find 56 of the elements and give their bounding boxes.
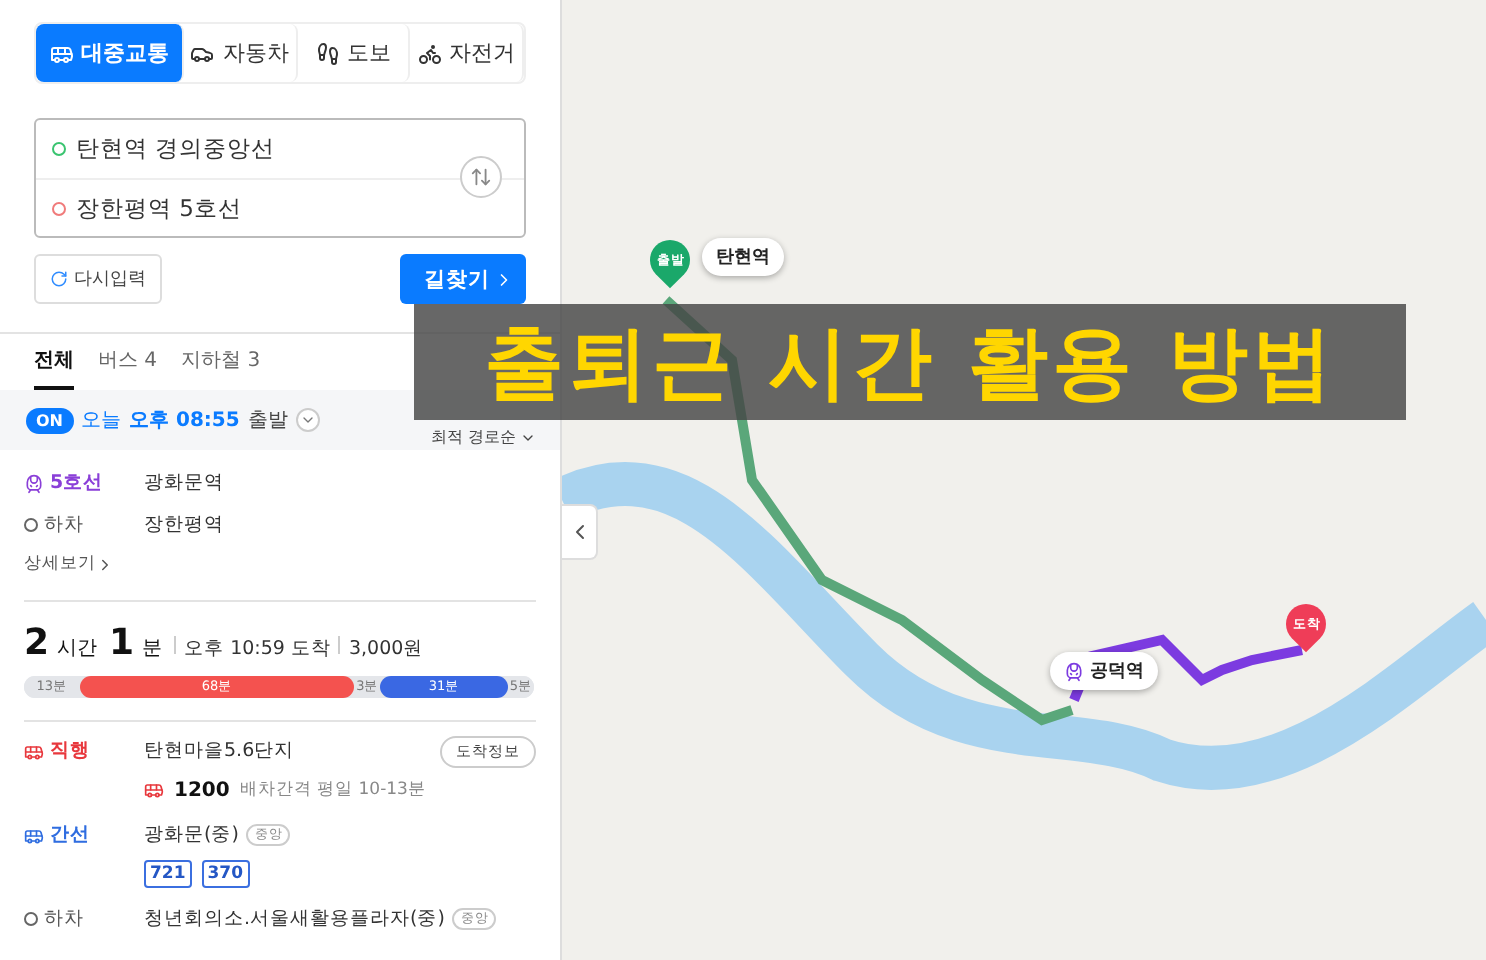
subway-icon: [24, 473, 44, 493]
chevron-icon: [96, 555, 114, 573]
bus-icon: [49, 41, 73, 65]
chevron-icon: [520, 430, 536, 446]
departure-day: 오늘: [81, 406, 121, 434]
stop-dot-icon: [24, 912, 38, 926]
fare: 3,000원: [348, 636, 424, 662]
time-dropdown-button[interactable]: [295, 408, 320, 432]
bus-number-tag[interactable]: 370: [201, 860, 249, 888]
bus-number: 1200: [174, 779, 230, 801]
departure-label: 출발: [247, 408, 288, 434]
bus-interval: 배차간격 평일 10-13분: [239, 778, 426, 802]
details-link[interactable]: 상세보기: [24, 552, 114, 576]
destination-dot-icon: [52, 201, 66, 215]
mode-tab[interactable]: 대중교통: [36, 24, 184, 82]
minutes-unit: 분: [142, 636, 163, 662]
filter-tab[interactable]: 버스 4: [98, 334, 158, 390]
reset-button[interactable]: 다시입력: [34, 254, 162, 304]
line-label: 하차: [24, 512, 144, 538]
line-label: 간선: [24, 822, 144, 848]
swap-icon: [470, 166, 492, 188]
stop-name: 탄현마을5.6단지: [144, 738, 295, 764]
bus-number-tag[interactable]: 721: [144, 860, 192, 888]
refresh-icon: [50, 270, 68, 288]
duration-hours: 2: [24, 622, 50, 664]
transfer-station-label[interactable]: 공덕역: [1050, 652, 1158, 690]
duration-minutes: 1: [109, 622, 135, 664]
line-label: 하차: [24, 906, 144, 932]
line-label: 직행: [24, 738, 144, 764]
stop-name: 광화문(중): [144, 822, 239, 848]
collapse-panel-button[interactable]: [562, 504, 598, 560]
start-station-label[interactable]: 탄현역: [702, 238, 784, 276]
destination-field[interactable]: 장한평역 5호선: [76, 193, 242, 223]
search-button[interactable]: 길찾기: [400, 254, 526, 304]
bicycle-icon: [417, 41, 442, 65]
stop-name: 장한평역: [144, 512, 226, 538]
origin-dot-icon: [52, 142, 66, 156]
chevron-icon: [299, 412, 316, 428]
swap-button[interactable]: [460, 156, 502, 198]
sort-dropdown[interactable]: 최적 경로순: [430, 428, 536, 448]
departure-time: 오후 08:55: [129, 408, 240, 434]
arrival-time: 오후 10:59 도착: [184, 636, 331, 662]
bus-icon: [24, 741, 44, 761]
title-banner: 출퇴근 시간 활용 방법: [414, 304, 1406, 420]
departure-toggle[interactable]: ON: [26, 407, 73, 433]
stop-dot-icon: [24, 518, 38, 532]
walker-icon: [315, 41, 339, 65]
origin-field[interactable]: 탄현역 경의중앙선: [76, 134, 276, 164]
filter-tab[interactable]: 지하철 3: [181, 334, 261, 390]
subway-icon: [1064, 661, 1084, 681]
bus-icon: [24, 825, 44, 845]
line-label: 5호선: [24, 470, 144, 496]
stop-name: 청년회의소.서울새활용플라자(중): [144, 906, 445, 932]
hours-unit: 시간: [57, 636, 98, 662]
bus-icon: [144, 780, 164, 800]
stop-name: 광화문역: [144, 470, 226, 496]
